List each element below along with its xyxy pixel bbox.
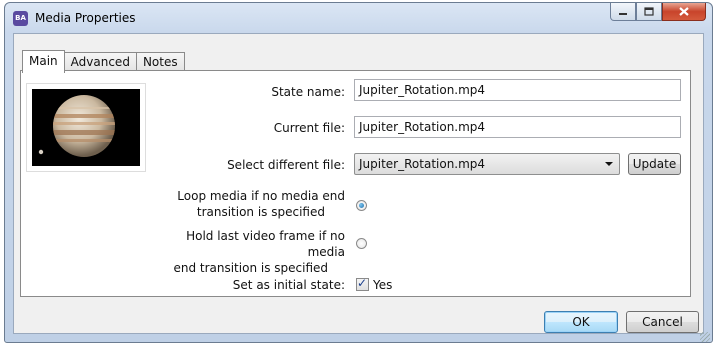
close-button[interactable] [662,3,706,21]
select-file-value: Jupiter_Rotation.mp4 [359,157,486,171]
jupiter-image [32,89,140,166]
media-thumbnail [26,83,146,172]
tab-advanced[interactable]: Advanced [63,52,137,72]
chevron-down-icon [605,162,613,166]
minimize-button[interactable] [610,3,636,21]
tab-notes[interactable]: Notes [135,52,185,72]
hold-frame-label-line1: Hold last video frame if no media [186,229,345,259]
window-controls [610,3,706,23]
update-button[interactable]: Update [628,153,681,175]
tab-main[interactable]: Main [22,50,65,73]
current-file-label: Current file: [273,121,345,135]
hold-frame-label-line2: end transition is specified [173,261,328,275]
initial-state-label: Set as initial state: [232,278,345,292]
initial-state-checkbox[interactable] [356,276,369,291]
minimize-icon [619,12,627,15]
tab-strip: Main Advanced Notes [22,50,185,73]
loop-media-label-line2: transition is specified [196,205,325,219]
cancel-button[interactable]: Cancel [626,311,699,333]
hold-frame-radio[interactable] [356,238,367,249]
video-preview-image [32,89,140,166]
loop-media-label-line1: Loop media if no media end [177,189,345,203]
app-icon: BA [13,11,28,26]
maximize-icon [644,7,654,16]
window-title: Media Properties [35,11,136,25]
ok-button[interactable]: OK [544,311,618,333]
select-file-label: Select different file: [227,158,345,172]
resize-grip[interactable] [700,332,710,342]
hold-frame-label: Hold last video frame if no media end tr… [150,228,345,276]
title-bar[interactable]: BA Media Properties [5,3,712,33]
loop-media-radio[interactable] [356,200,367,211]
current-file-field[interactable]: Jupiter_Rotation.mp4 [354,116,681,138]
state-name-field[interactable]: Jupiter_Rotation.mp4 [354,79,681,101]
select-file-dropdown[interactable]: Jupiter_Rotation.mp4 [354,153,620,175]
initial-state-yes: Yes [373,278,393,292]
state-name-label: State name: [271,85,345,99]
close-icon [679,7,689,16]
maximize-button[interactable] [636,3,662,21]
loop-media-label: Loop media if no media end transition is… [160,188,345,220]
